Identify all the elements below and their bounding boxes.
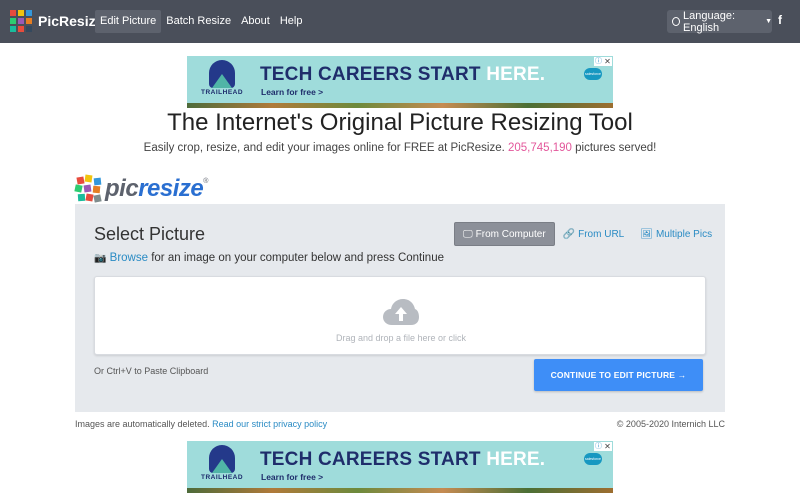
nav-help[interactable]: Help [275,10,308,33]
link-icon: 🔗 [562,228,576,240]
ad-headline-accent: HERE. [486,64,546,85]
card-title: Select Picture [94,224,206,244]
ad-headline-accent: HERE. [486,449,546,470]
camera-icon: 📷 [94,253,107,264]
file-dropzone[interactable]: Drag and drop a file here or click [94,276,706,355]
ad-info-icon[interactable]: ⓘ [594,57,603,66]
logo-wordmark: picresize [105,175,204,203]
trailhead-mountain-icon [209,60,235,88]
tab-from-url[interactable]: 🔗 From URL [555,222,633,246]
ad-banner-top[interactable]: TRAILHEAD TECH CAREERS START HERE. Learn… [187,56,613,108]
ad-headline: TECH CAREERS START HERE. [260,449,545,471]
images-icon: 🖼 [640,228,653,240]
ad-photo-strip [187,488,613,493]
language-dropdown[interactable]: Language: English ▼ [667,9,772,34]
ad-banner-bottom[interactable]: TRAILHEAD TECH CAREERS START HERE. Learn… [187,441,613,493]
tab-from-computer-label: From Computer [475,228,546,240]
brand-link[interactable]: PicResize [10,9,103,33]
privacy-policy-link[interactable]: Read our strict privacy policy [212,419,327,429]
globe-icon [672,17,680,26]
page-subtitle: Easily crop, resize, and edit your image… [0,142,800,154]
ad-cta[interactable]: Learn for free > [261,87,323,97]
tab-from-url-label: From URL [578,228,625,240]
top-navbar: PicResize Edit Picture Batch Resize Abou… [0,0,800,43]
page-title: The Internet's Original Picture Resizing… [167,109,633,136]
footer-copyright: © 2005-2020 Internich LLC [616,419,725,429]
nav-about[interactable]: About [236,10,275,33]
nav-batch-resize[interactable]: Batch Resize [161,10,236,33]
salesforce-badge: salesforce [584,453,602,465]
browse-instructions: 📷 Browse for an image on your computer b… [94,252,444,264]
nav-edit-picture[interactable]: Edit Picture [95,10,162,33]
ad-close-icon[interactable]: ✕ [603,57,612,66]
footer-deleted-text: Images are automatically deleted. [75,419,213,429]
source-tabs: 🖵 From Computer 🔗 From URL 🖼 Multiple Pi… [454,222,720,246]
caret-down-icon: ▼ [765,18,772,25]
browse-instructions-text: for an image on your computer below and … [148,252,444,264]
trailhead-mountain-icon [209,445,235,473]
browse-link[interactable]: Browse [110,252,148,264]
ad-photo-strip [187,103,613,108]
tab-from-computer[interactable]: 🖵 From Computer [454,222,555,246]
monitor-icon: 🖵 [463,228,473,240]
paste-clipboard-hint: Or Ctrl+V to Paste Clipboard [94,366,209,376]
footer-privacy: Images are automatically deleted. Read o… [75,419,327,429]
dropzone-text: Drag and drop a file here or click [335,333,467,343]
picresize-mosaic-icon [74,174,103,203]
ad-headline-main: TECH CAREERS START [260,64,487,85]
ad-close-icon[interactable]: ✕ [603,442,612,451]
logo-part-resize: resize [138,175,204,202]
ad-cta[interactable]: Learn for free > [261,472,323,482]
picresize-logo-icon [10,10,32,32]
language-label: Language: English [683,9,735,34]
subtitle-text: Easily crop, resize, and edit your image… [143,142,508,154]
brand-name: PicResize [38,13,104,29]
ad-info-icon[interactable]: ⓘ [594,442,603,451]
ad-headline-main: TECH CAREERS START [260,449,487,470]
picresize-logo: picresize ® [74,174,209,204]
pictures-served-count: 205,745,190 [508,142,572,154]
select-picture-card: Select Picture 🖵 From Computer 🔗 From UR… [75,204,725,412]
trailhead-logo: TRAILHEAD [201,445,243,485]
trailhead-logo: TRAILHEAD [201,60,243,100]
facebook-icon[interactable]: f [778,13,782,27]
logo-part-pic: pic [105,175,139,202]
tab-multiple-pics-label: Multiple Pics [655,228,713,240]
cloud-upload-icon [383,299,419,325]
continue-button[interactable]: CONTINUE TO EDIT PICTURE → [534,359,703,391]
subtitle-suffix: pictures served! [571,142,657,154]
nav-links: Edit Picture Batch Resize About Help [95,10,307,33]
ad-headline: TECH CAREERS START HERE. [260,64,545,86]
ad-logo-text: TRAILHEAD [201,474,244,481]
registered-mark: ® [203,178,209,185]
ad-logo-text: TRAILHEAD [201,89,244,96]
salesforce-badge: salesforce [584,68,602,80]
tab-multiple-pics[interactable]: 🖼 Multiple Pics [632,222,720,246]
